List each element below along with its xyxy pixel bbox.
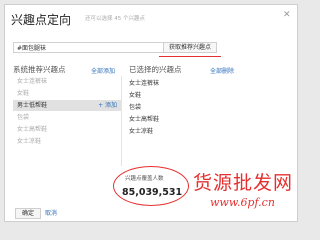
audience-count-label: 兴趣点覆盖人数	[125, 176, 164, 182]
right-panel-heading: 已选择的兴趣点	[129, 65, 182, 74]
audience-count: 85,039,531	[122, 187, 183, 198]
list-item-active[interactable]: 男士低帮鞋 + 添加	[13, 100, 121, 111]
selected-item[interactable]: 女鞋	[129, 90, 141, 99]
list-item[interactable]: 女士凉鞋	[13, 136, 121, 147]
highlight-ellipse	[113, 166, 189, 206]
watermark-url: www.6pf.cn	[210, 196, 275, 209]
dialog-subtitle: 还可以选择 45 个兴趣点	[85, 16, 145, 22]
remove-all-link[interactable]: 全部删除	[210, 66, 234, 75]
dialog-title: 兴趣点定向	[11, 13, 72, 27]
cancel-link[interactable]: 取消	[45, 208, 57, 219]
close-icon[interactable]: ✕	[283, 11, 291, 20]
add-all-link[interactable]: 全部添加	[91, 66, 115, 75]
selected-item[interactable]: 女士连裤袜	[129, 78, 159, 87]
selected-item[interactable]: 女士高帮鞋	[129, 114, 159, 123]
watermark-title: 货源批发网	[193, 172, 294, 194]
selected-item[interactable]: 女士凉鞋	[129, 126, 153, 135]
list-item[interactable]: 包袋	[13, 112, 121, 123]
left-panel-heading: 系统推荐兴趣点	[13, 65, 66, 74]
list-item[interactable]: 女士连裤袜	[13, 76, 121, 87]
confirm-button[interactable]: 确定	[15, 208, 41, 219]
list-item[interactable]: 女鞋	[13, 88, 121, 99]
selected-list: 女士连裤袜 女鞋 包袋 女士高帮鞋 女士凉鞋	[125, 76, 245, 166]
add-item-button[interactable]: + 添加	[98, 100, 117, 111]
highlight-underline	[159, 56, 221, 58]
selected-item[interactable]: 包袋	[129, 102, 141, 111]
get-recommended-button[interactable]: 获取推荐兴趣点	[163, 42, 217, 53]
list-item[interactable]: 女士高帮鞋	[13, 124, 121, 135]
recommended-list: 女士连裤袜 女鞋 男士低帮鞋 + 添加 包袋 女士高帮鞋 女士凉鞋	[13, 76, 122, 166]
